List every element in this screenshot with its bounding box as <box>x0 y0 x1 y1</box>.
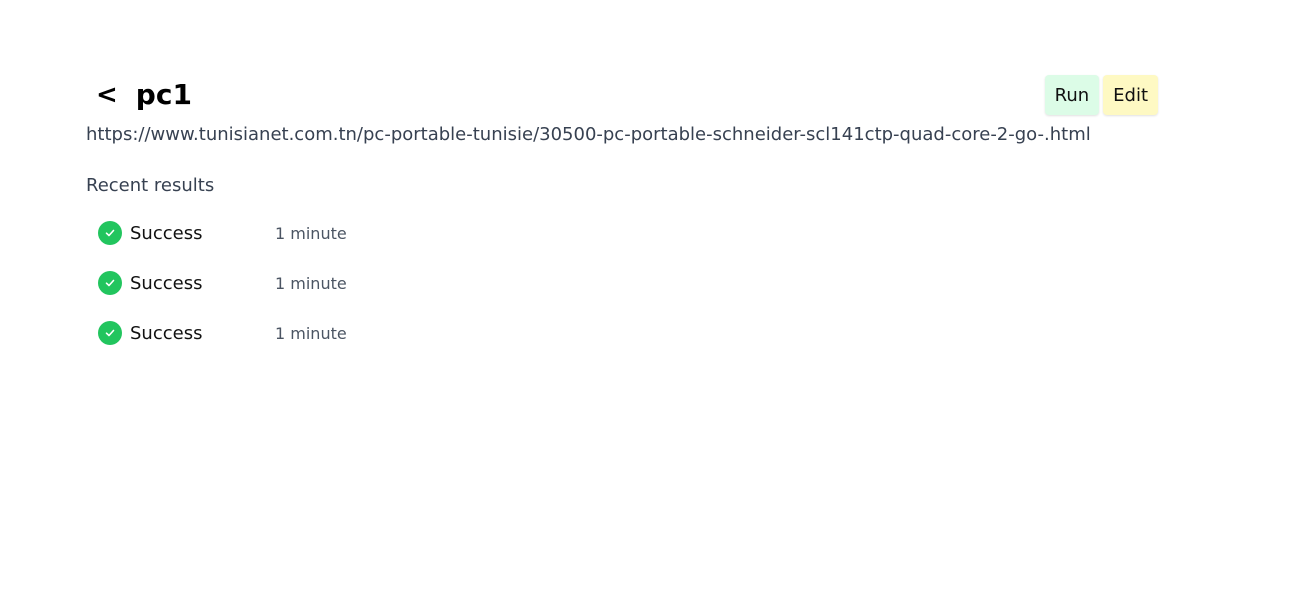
edit-button[interactable]: Edit <box>1103 75 1158 115</box>
recent-results-heading: Recent results <box>86 175 215 196</box>
result-row: Success 1 minute <box>86 208 1158 258</box>
result-status: Success <box>130 272 203 294</box>
result-status: Success <box>130 322 203 344</box>
checkmark-glyph <box>105 229 115 237</box>
check-circle-icon <box>98 271 122 295</box>
checkmark-glyph <box>105 279 115 287</box>
result-time: 1 minute <box>275 323 347 343</box>
result-time: 1 minute <box>275 273 347 293</box>
checkmark-glyph <box>105 329 115 337</box>
result-status: Success <box>130 222 203 244</box>
run-button[interactable]: Run <box>1044 75 1100 115</box>
monitored-url: https://www.tunisianet.com.tn/pc-portabl… <box>86 124 1091 145</box>
title-group: < pc1 <box>86 81 192 109</box>
page-container: < pc1 Run Edit https://www.tunisianet.co… <box>86 74 1158 374</box>
action-buttons: Run Edit <box>1044 75 1158 115</box>
back-link[interactable]: < <box>96 82 118 108</box>
page-title: pc1 <box>135 78 192 111</box>
result-row: Success 1 minute <box>86 258 1158 308</box>
check-circle-icon <box>98 321 122 345</box>
result-time: 1 minute <box>275 223 347 243</box>
result-row: Success 1 minute <box>86 308 1158 358</box>
check-circle-icon <box>98 221 122 245</box>
header: < pc1 Run Edit <box>86 74 1158 116</box>
recent-results-list: Success 1 minute Success 1 minute Succes… <box>86 208 1158 358</box>
